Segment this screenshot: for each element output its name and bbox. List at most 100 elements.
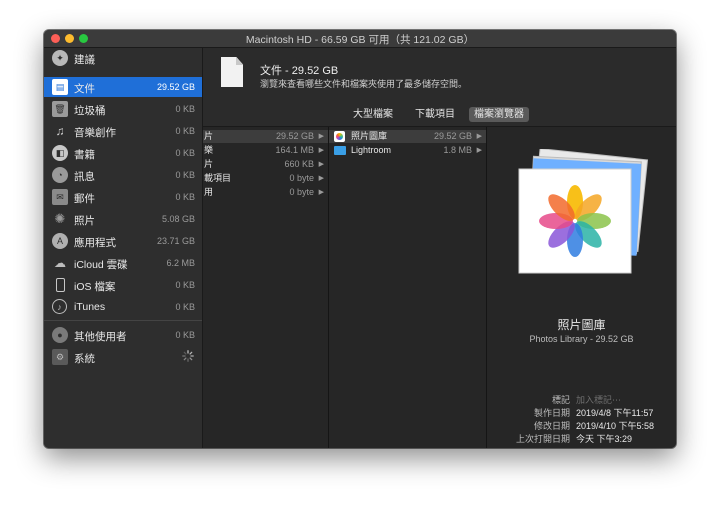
tab-file-browser[interactable]: 檔案瀏覽器 [469,107,529,122]
sidebar-divider [44,320,202,321]
sidebar-item-label: 文件 [74,83,95,95]
photos-library-preview-icon [518,149,649,274]
users-icon: ● [52,327,68,343]
sidebar-item-music-creation[interactable]: ♫ 音樂創作 0 KB [44,121,202,141]
chevron-right-icon: ▶ [318,147,324,154]
chevron-right-icon: ▶ [318,133,324,140]
list-item[interactable]: Lightroom 1.8 MB ▶ [329,144,486,157]
sidebar-item-recommendations[interactable]: ✦ 建議 [44,48,202,68]
browser-column-1: 片 29.52 GB ▶ 樂 164.1 MB ▶ 片 660 KB ▶ 載項目… [203,127,329,448]
photos-icon: ✺ [54,211,66,226]
sidebar-item-label: iOS 檔案 [74,281,116,293]
music-icon: ♫ [55,124,65,138]
sidebar-item-system[interactable]: ⚙ 系統 [44,347,202,367]
sidebar-item-label: 系統 [74,353,95,365]
tab-bar: 大型檔案 下載項目 檔案瀏覽器 [203,102,676,127]
chevron-right-icon: ▶ [476,147,482,154]
item-size: 1.8 MB [443,145,472,155]
sidebar-item-itunes[interactable]: ♪ iTunes 0 KB [44,297,202,317]
meta-value: 2019/4/10 下午5:58 [576,421,655,431]
sidebar-item-messages[interactable]: ◔ 訊息 0 KB [44,165,202,185]
sidebar-item-documents[interactable]: ▤ 文件 29.52 GB [44,77,202,97]
list-item[interactable]: 載項目 0 byte ▶ [203,172,328,185]
list-item[interactable]: 片 660 KB ▶ [203,158,328,171]
meta-key: 上次打開日期 [515,434,570,444]
chevron-right-icon: ▶ [476,133,482,140]
sidebar-item-size: 0 KB [175,302,195,312]
sidebar-item-label: iCloud 雲碟 [74,259,128,271]
browser-column-2: 照片圖庫 29.52 GB ▶ Lightroom 1.8 MB ▶ [329,127,487,448]
list-item[interactable]: 片 29.52 GB ▶ [203,130,328,143]
chevron-right-icon: ▶ [318,175,324,182]
item-size: 164.1 MB [275,145,314,155]
sidebar-item-size: 0 KB [175,126,195,136]
sidebar-item-photos[interactable]: ✺ 照片 5.08 GB [44,209,202,229]
loading-spinner-icon [182,350,194,362]
gear-icon: ⚙ [52,349,68,365]
sidebar-item-label: 音樂創作 [74,127,116,139]
window-title: Macintosh HD - 66.59 GB 可用（共 121.02 GB） [245,34,475,46]
photos-library-icon [334,131,345,142]
tags-field[interactable]: 加入標記⋯ [576,393,621,406]
sidebar-item-applications[interactable]: A 應用程式 23.71 GB [44,231,202,251]
item-size: 0 byte [289,187,314,197]
sidebar-item-size: 0 KB [175,280,195,290]
list-item[interactable]: 用 0 byte ▶ [203,186,328,199]
sidebar-item-ios-files[interactable]: iOS 檔案 0 KB [44,275,202,295]
sidebar-item-size: 23.71 GB [156,236,195,246]
tab-downloads[interactable]: 下載項目 [410,107,460,122]
list-item[interactable]: 樂 164.1 MB ▶ [203,144,328,157]
sidebar-item-size: 0 KB [175,104,195,114]
meta-key: 製作日期 [533,408,570,418]
cloud-icon: ☁ [54,256,66,270]
tab-large-files[interactable]: 大型檔案 [348,107,398,122]
preview-subtitle: Photos Library - 29.52 GB [529,334,634,344]
header-title: 文件 - 29.52 GB [260,65,339,77]
sidebar-item-size: 29.52 GB [156,82,195,92]
item-size: 29.52 GB [433,131,472,141]
item-size: 29.52 GB [275,131,314,141]
preview-title: 照片圖庫 [557,318,606,332]
app-icon: A [52,233,68,249]
lightbulb-icon: ✦ [52,50,68,66]
title-bar: Macintosh HD - 66.59 GB 可用（共 121.02 GB） [44,30,676,48]
sidebar-item-size: 0 KB [175,170,195,180]
sidebar-item-label: 垃圾桶 [74,105,106,117]
sidebar-item-other-users[interactable]: ● 其他使用者 0 KB [44,325,202,345]
list-item[interactable]: 照片圖庫 29.52 GB ▶ [329,130,486,143]
phone-icon [52,277,68,293]
document-icon: ▤ [52,79,68,95]
chevron-right-icon: ▶ [318,161,324,168]
book-icon: ◧ [52,145,68,161]
header-subtitle: 瀏覽來查看哪些文件和檔案夾使用了最多儲存空間。 [260,79,468,89]
sidebar-item-size: 0 KB [175,192,195,202]
music-note-icon: ♪ [52,299,67,314]
item-name: 照片圖庫 [351,131,388,141]
sidebar-item-label: 其他使用者 [74,331,127,343]
sidebar-item-books[interactable]: ◧ 書籍 0 KB [44,143,202,163]
sidebar-item-icloud-drive[interactable]: ☁ iCloud 雲碟 6.2 MB [44,253,202,273]
sidebar-item-label: 書籍 [74,149,95,161]
sidebar-item-size: 5.08 GB [161,214,195,224]
sidebar-item-size: 0 KB [175,330,195,340]
sidebar-item-label: 照片 [74,215,95,227]
item-size: 660 KB [284,159,314,169]
content-header: 文件 - 29.52 GB 瀏覽來查看哪些文件和檔案夾使用了最多儲存空間。 [203,48,676,102]
chevron-right-icon: ▶ [318,189,324,196]
sidebar-item-label: 郵件 [74,193,95,205]
item-name: 用 [204,187,214,197]
preview-pane: 照片圖庫 Photos Library - 29.52 GB 標記 加入標記⋯ … [487,127,676,448]
sidebar-item-mail[interactable]: ✉ 郵件 0 KB [44,187,202,207]
item-name: Lightroom [351,145,392,155]
sidebar-item-trash[interactable]: 🗑 垃圾桶 0 KB [44,99,202,119]
sidebar-item-label: 訊息 [74,171,95,183]
message-icon: ◔ [52,167,68,183]
sidebar-item-size: 6.2 MB [166,258,195,268]
item-name: 片 [204,131,214,141]
sidebar-item-label: 應用程式 [74,237,116,249]
sidebar-item-label: 建議 [74,54,95,66]
meta-key: 修改日期 [533,421,570,431]
storage-window: Macintosh HD - 66.59 GB 可用（共 121.02 GB） … [44,30,676,448]
item-size: 0 byte [289,173,314,183]
item-name: 載項目 [204,173,232,183]
